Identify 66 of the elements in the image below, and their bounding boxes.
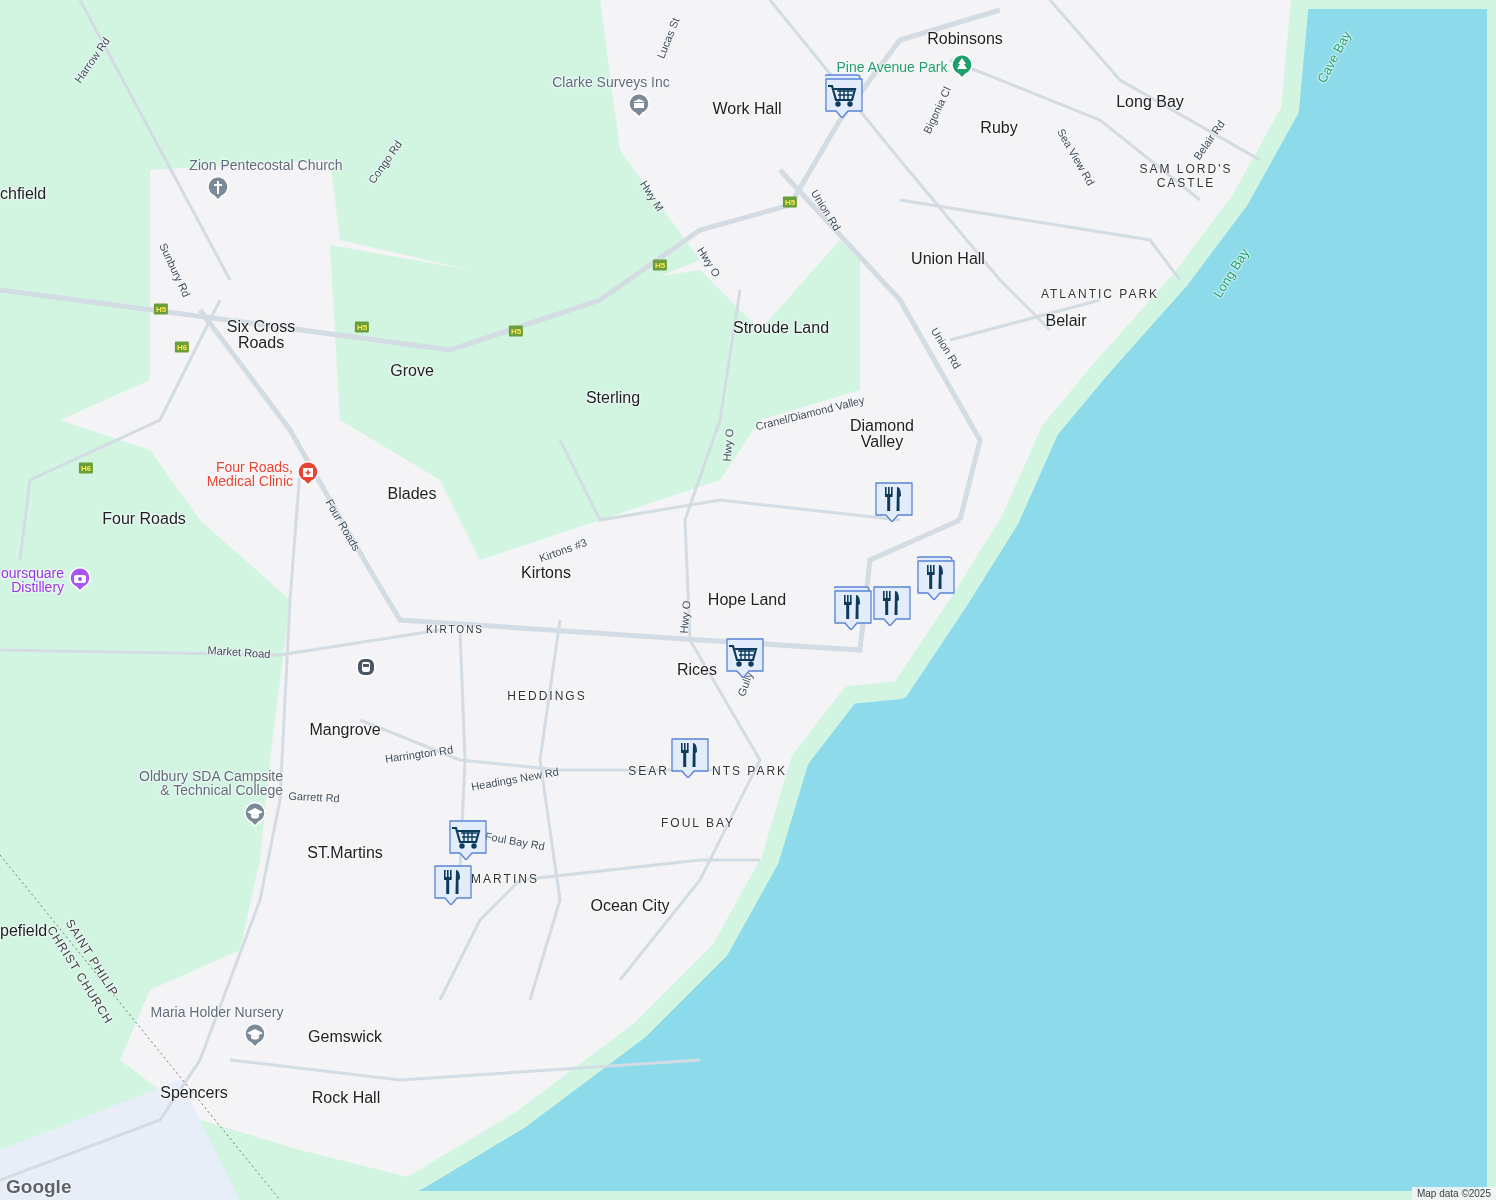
poi-label[interactable]: Clarke Surveys Inc [552, 75, 670, 89]
place-label: ST.Martins [307, 845, 383, 861]
place-label: Stroude Land [732, 320, 830, 336]
place-label: Gemswick [308, 1029, 382, 1045]
road-label: Kirtons #3 [537, 535, 589, 565]
road-label: Lucas St [654, 15, 682, 61]
road-label: Foul Bay Rd [484, 829, 546, 853]
road-label: Harrington Rd [384, 743, 454, 765]
camera-icon[interactable] [69, 567, 91, 592]
place-label: Sterling [585, 390, 641, 406]
cross-icon[interactable] [207, 176, 229, 201]
place-label: Long Bay [1116, 94, 1184, 110]
poi-label[interactable]: oursquare Distillery [1, 566, 65, 594]
tree-icon[interactable] [951, 54, 973, 79]
district-label: MARTINS [471, 872, 539, 886]
highway-shield: H6 [174, 341, 190, 353]
place-label: Grove [390, 363, 434, 379]
place-label: Belair [1045, 313, 1087, 329]
place-label: Hope Land [707, 592, 787, 608]
highway-shield: H5 [652, 259, 668, 271]
district-label: KIRTONS [425, 623, 485, 637]
place-label: Ocean City [590, 898, 670, 914]
highway-shield: H5 [508, 325, 524, 337]
place-label: Spencers [160, 1085, 228, 1101]
district-label: FOUL BAY [661, 816, 735, 830]
road-label: Market Road [207, 643, 271, 661]
graduation-cap-icon[interactable] [244, 802, 266, 827]
district-label: SEAR [628, 764, 669, 778]
road-label: Gully [735, 670, 755, 698]
district-label: NTS PARK [712, 764, 788, 778]
place-label: Rices [677, 662, 717, 678]
place-label: Mangrove [309, 722, 381, 738]
building-icon[interactable] [628, 93, 650, 118]
hospital-icon[interactable] [297, 461, 319, 486]
place-label: Work Hall [712, 101, 782, 117]
place-label: Kirtons [521, 565, 571, 581]
highway-shield: H6 [78, 462, 94, 474]
poi-label[interactable]: Oldbury SDA Campsite & Technical College [139, 769, 283, 797]
district-label: ATLANTIC PARK [1040, 287, 1160, 301]
place-label: Blades [387, 486, 437, 502]
highway-shield: H5 [153, 303, 169, 315]
map-attribution: Map data ©2025 [1411, 1187, 1496, 1200]
place-label: Six Cross Roads [225, 319, 297, 351]
place-label: chfield [0, 186, 47, 202]
road-label: Hwy O [677, 600, 693, 634]
road-label: Headings New Rd [470, 765, 560, 793]
place-label: Ruby [980, 120, 1018, 136]
poi-label[interactable]: Zion Pentecostal Church [189, 158, 343, 172]
poi-label[interactable]: Pine Avenue Park [836, 60, 948, 74]
water-label: Cave Bay [1314, 28, 1354, 86]
place-label: pefield [0, 923, 48, 939]
poi-label[interactable]: Maria Holder Nursery [150, 1005, 284, 1019]
google-logo: Google [6, 1176, 72, 1198]
place-label: Four Roads [102, 511, 186, 527]
road-label: Hwy O [720, 428, 736, 462]
road-label: Garrett Rd [288, 789, 340, 805]
highway-shield: H5 [354, 321, 370, 333]
graduation-cap-icon[interactable] [244, 1023, 266, 1048]
place-label: Diamond Valley [849, 418, 915, 450]
district-label: SAM LORD'S CASTLE [1138, 162, 1234, 190]
poi-label[interactable]: Four Roads, Medical Clinic [206, 460, 293, 488]
district-label: HEDDINGS [507, 689, 587, 703]
place-label: Robinsons [927, 31, 1003, 47]
highway-shield: H5 [782, 196, 798, 208]
place-label: Rock Hall [311, 1090, 381, 1106]
place-label: Union Hall [911, 251, 985, 267]
